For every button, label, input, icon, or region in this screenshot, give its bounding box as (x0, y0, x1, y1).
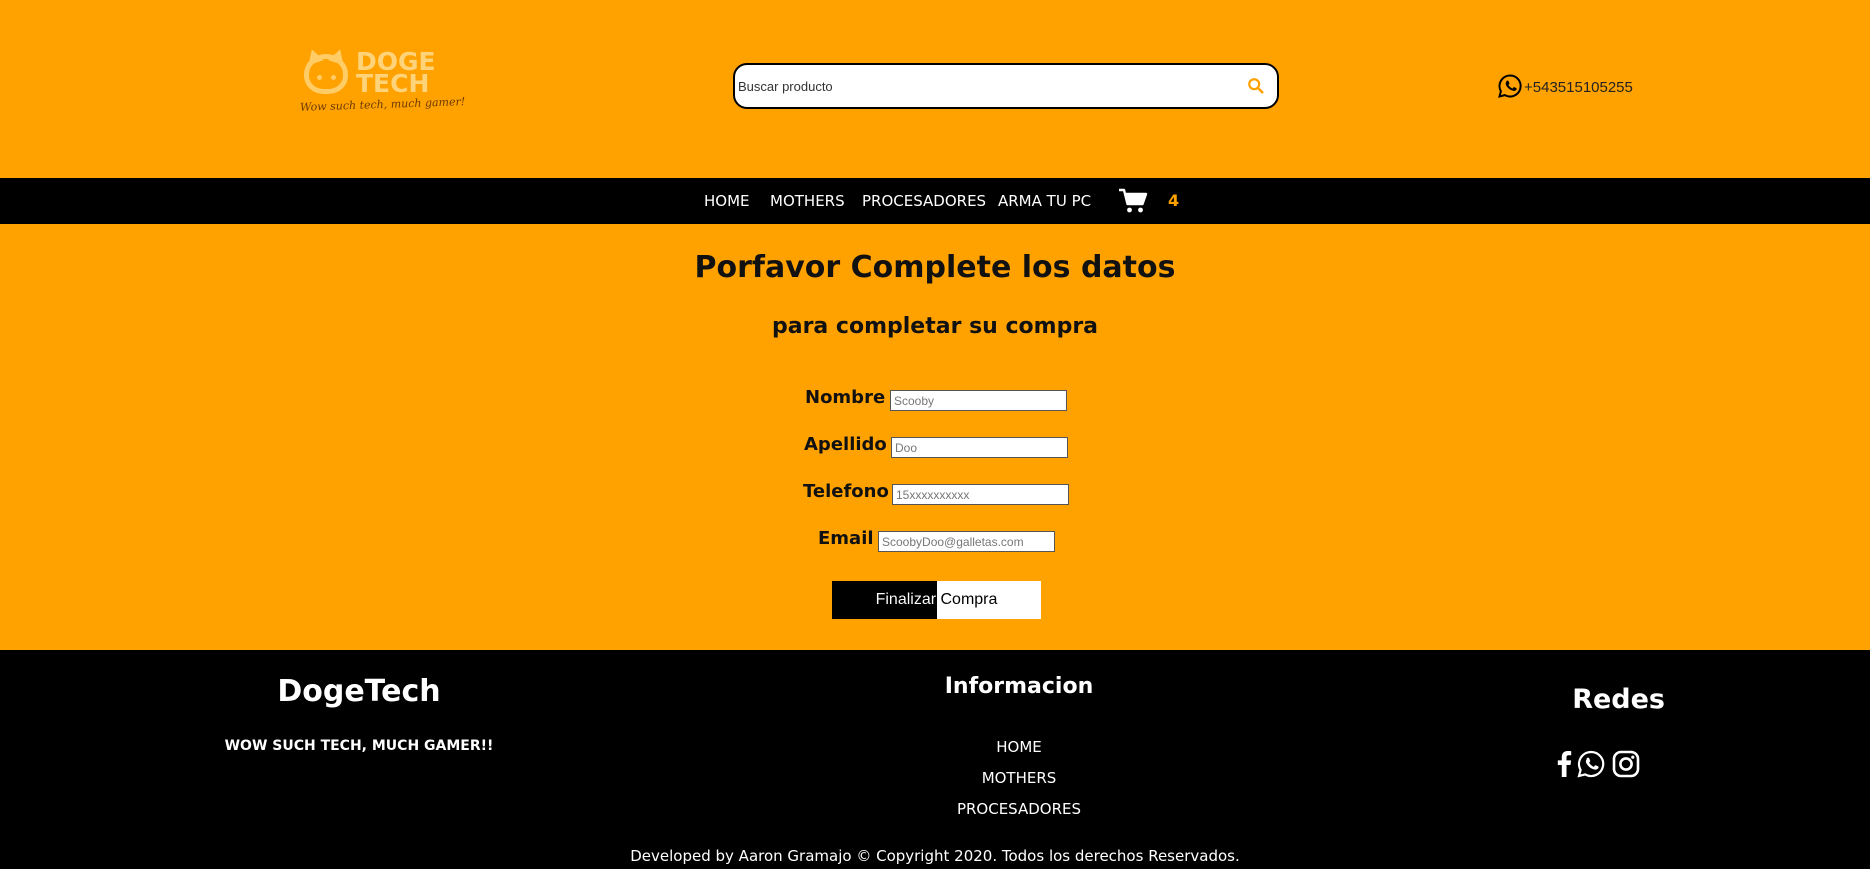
logo-tagline: Wow such tech, much gamer! (299, 95, 466, 114)
logo[interactable]: DOGE TECH Wow such tech, much gamer! (298, 46, 465, 120)
search-input[interactable] (738, 76, 1218, 96)
email-label: Email (818, 528, 874, 549)
phone-contact[interactable]: +543515105255 (1497, 72, 1633, 100)
instagram-icon[interactable] (1611, 749, 1641, 779)
footer-link-mothers[interactable]: MOTHERS (900, 769, 1138, 787)
cart-icon[interactable] (1118, 188, 1148, 214)
apellido-field[interactable] (891, 437, 1068, 458)
nav-item-procesadores[interactable]: PROCESADORES (862, 192, 986, 210)
telefono-label: Telefono (803, 481, 889, 502)
page-subtitle: para completar su compra (771, 314, 1099, 339)
logo-eye (331, 75, 336, 80)
nav-item-home[interactable]: HOME (704, 192, 750, 210)
footer-social-title: Redes (1572, 684, 1665, 715)
main-nav: HOME MOTHERS PROCESADORES ARMA TU PC 4 (0, 178, 1870, 224)
nombre-field[interactable] (890, 390, 1067, 411)
email-field[interactable] (878, 531, 1055, 552)
footer-slogan: WOW SUCH TECH, MUCH GAMER!! (224, 738, 494, 754)
logo-word-tech: TECH (356, 69, 430, 98)
page-title: Porfavor Complete los datos (694, 250, 1176, 285)
footer-copyright: Developed by Aaron Gramajo © Copyright 2… (630, 847, 1240, 865)
footer-link-home[interactable]: HOME (900, 738, 1138, 756)
footer-info-title: Informacion (944, 674, 1094, 699)
footer-link-procesadores[interactable]: PROCESADORES (900, 800, 1138, 818)
phone-number: +543515105255 (1524, 78, 1633, 96)
whatsapp-icon[interactable] (1576, 749, 1606, 779)
nav-item-arma-tu-pc[interactable]: ARMA TU PC (998, 192, 1091, 210)
search-icon[interactable] (1247, 77, 1265, 95)
apellido-label: Apellido (804, 434, 887, 455)
header: DOGE TECH Wow such tech, much gamer! +54… (0, 0, 1870, 178)
footer-brand: DogeTech (277, 674, 441, 709)
doge-face-icon (304, 54, 348, 94)
finalizar-compra-button[interactable]: Finalizar Compra (832, 581, 1041, 619)
nav-item-mothers[interactable]: MOTHERS (770, 192, 845, 210)
search-bar (733, 63, 1279, 109)
whatsapp-icon (1498, 74, 1522, 98)
cart-count-badge: 4 (1168, 191, 1180, 210)
telefono-field[interactable] (892, 484, 1069, 505)
finalizar-compra-label: Finalizar Compra (832, 591, 1041, 609)
logo-eye (317, 75, 322, 80)
footer: DogeTech WOW SUCH TECH, MUCH GAMER!! Inf… (0, 650, 1870, 869)
nombre-label: Nombre (805, 387, 886, 408)
